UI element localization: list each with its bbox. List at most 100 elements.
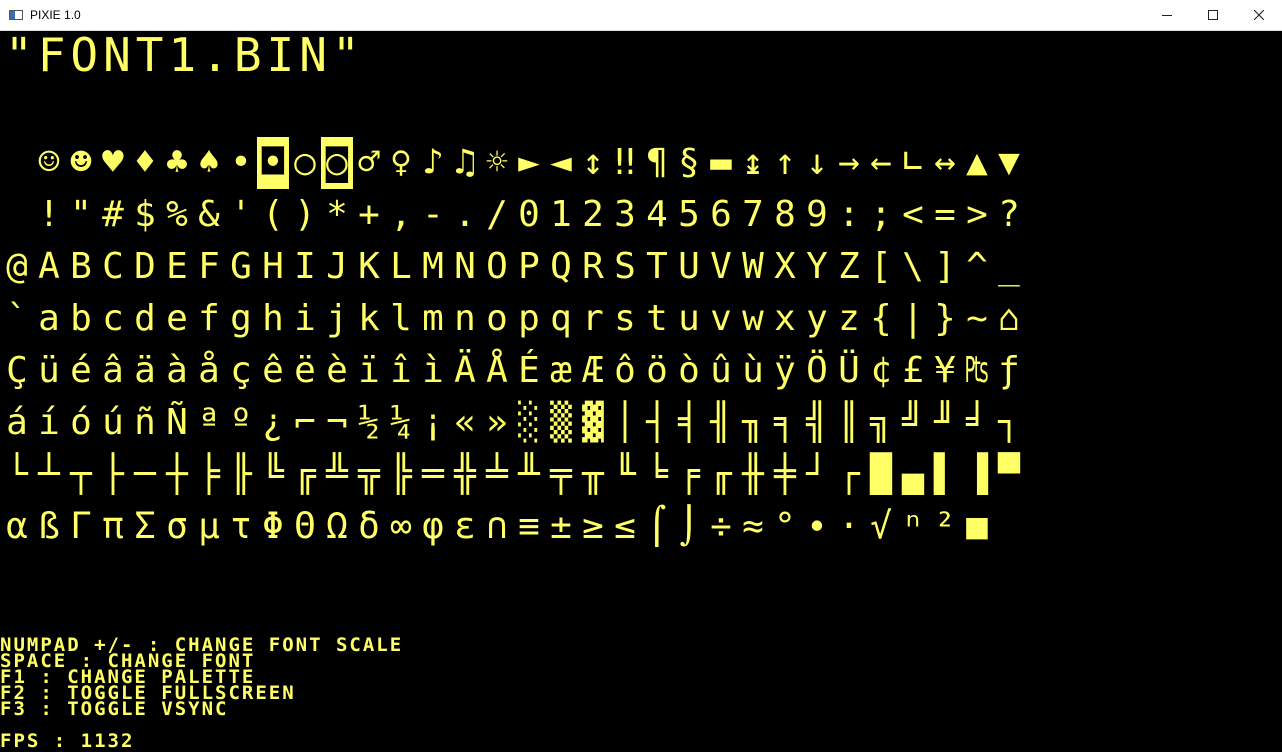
glyph: ╣ xyxy=(806,402,828,443)
glyph: ☻ xyxy=(70,142,92,183)
glyph: _ xyxy=(998,246,1020,287)
glyph: ∙ xyxy=(806,506,828,547)
help-text: NUMPAD +/- : CHANGE FONT SCALE SPACE : CH… xyxy=(0,636,403,719)
glyph: ¼ xyxy=(390,402,412,443)
glyph: ╫ xyxy=(742,454,764,495)
glyph: ◙ xyxy=(321,137,353,189)
glyph: s xyxy=(614,298,636,339)
glyph: ┤ xyxy=(646,402,668,443)
glyph: ≥ xyxy=(582,506,604,547)
glyph: ╝ xyxy=(902,402,924,443)
glyph xyxy=(1,137,33,189)
glyph: Ä xyxy=(454,350,476,391)
glyph-table: ☺ ☻ ♥ ♦ ♣ ♠ • ◘ ○ ◙ ♂ ♀ ♪ ♫ ☼ ► ◄ ↕ ‼ ¶ § ▬ ↨ ↑ ↓ → ← ∟ ↔ ▲ ▼ ! " # $% & '(… xyxy=(1,137,1025,553)
glyph: ε xyxy=(454,506,476,547)
glyph: ü xyxy=(38,350,60,391)
glyph: F xyxy=(198,246,220,287)
glyph: º xyxy=(230,402,252,443)
glyph: √ xyxy=(870,506,892,547)
glyph: æ xyxy=(550,350,572,391)
glyph: Ω xyxy=(326,506,348,547)
glyph: ß xyxy=(38,506,60,547)
glyph: ♠ xyxy=(198,142,220,183)
glyph: E xyxy=(166,246,188,287)
glyph: û xyxy=(710,350,732,391)
glyph: h xyxy=(262,298,284,339)
glyph: ╞ xyxy=(198,454,220,495)
glyph: [ xyxy=(870,246,892,287)
glyph: Ü xyxy=(838,350,860,391)
glyph: = xyxy=(934,194,956,235)
close-button[interactable] xyxy=(1236,0,1282,30)
glyph: 2 xyxy=(582,194,604,235)
glyph: £ xyxy=(902,350,924,391)
glyph: 8 xyxy=(774,194,796,235)
glyph: P xyxy=(518,246,540,287)
minimize-button[interactable] xyxy=(1144,0,1190,30)
glyph: < xyxy=(902,194,924,235)
glyph: ♫ xyxy=(454,142,476,183)
glyph: I xyxy=(294,246,316,287)
glyph: D xyxy=(134,246,156,287)
glyph: ê xyxy=(262,350,284,391)
glyph: ├ xyxy=(102,454,124,495)
glyph: a xyxy=(38,298,60,339)
glyph: ▀ xyxy=(998,454,1020,495)
glyph: ↑ xyxy=(774,142,796,183)
glyph: à xyxy=(166,350,188,391)
glyph: ÿ xyxy=(774,350,796,391)
glyph: ? xyxy=(998,194,1020,235)
glyph: 1 xyxy=(550,194,572,235)
glyph: â xyxy=(102,350,124,391)
glyph: z xyxy=(838,298,860,339)
glyph: j xyxy=(326,298,348,339)
glyph: Γ xyxy=(70,506,92,547)
glyph: Ñ xyxy=(166,402,188,443)
glyph: ┐ xyxy=(998,402,1020,443)
glyph: ╖ xyxy=(742,402,764,443)
glyph: ▲ xyxy=(966,142,988,183)
glyph: • xyxy=(230,142,252,183)
glyph: B xyxy=(70,246,92,287)
glyph: ä xyxy=(134,350,156,391)
glyph xyxy=(993,501,1025,553)
glyph: 0 xyxy=(518,194,540,235)
title-bar[interactable]: PIXIE 1.0 xyxy=(0,0,1282,31)
glyph: │ xyxy=(614,402,636,443)
glyph: ° xyxy=(774,506,796,547)
glyph: π xyxy=(102,506,124,547)
glyph: ┘ xyxy=(806,454,828,495)
glyph: ╒ xyxy=(678,454,700,495)
glyph: é xyxy=(70,350,92,391)
glyph: ╟ xyxy=(230,454,252,495)
glyph: ñ xyxy=(134,402,156,443)
glyph: Ö xyxy=(806,350,828,391)
glyph: * xyxy=(326,194,348,235)
app-window: PIXIE 1.0 "FONT1.BIN" ☺ ☻ ♥ ♦ ♣ ♠ • ◘ ○ ◙ ♂ ♀ ♪ ♫ ☼ ► ◄ ↕… xyxy=(0,0,1282,752)
glyph: $ xyxy=(134,194,156,235)
glyph: , xyxy=(390,194,412,235)
glyph-row: α ß Γπ Σσ µ τ Φ Θ Ωδ ∞ φ ε ∩ ≡ ± ≥ ≤ ⌠ ⌡ ÷ ≈ ° ∙ · √ ⁿ ² ■ xyxy=(1,501,1025,553)
glyph: ╦ xyxy=(358,454,380,495)
glyph: ] xyxy=(934,246,956,287)
glyph: 4 xyxy=(646,194,668,235)
render-canvas[interactable]: "FONT1.BIN" ☺ ☻ ♥ ♦ ♣ ♠ • ◘ ○ ◙ ♂ ♀ ♪ ♫ ☼ ► ◄ ↕ ‼ ¶ § ▬ ↨ ↑ ↓ → ← ∟… xyxy=(0,31,1282,752)
minimize-icon xyxy=(1162,15,1172,16)
glyph: ═ xyxy=(422,454,444,495)
glyph: # xyxy=(102,194,124,235)
glyph: ÷ xyxy=(710,506,732,547)
maximize-button[interactable] xyxy=(1190,0,1236,30)
glyph: ⁿ xyxy=(902,506,924,547)
glyph: ó xyxy=(70,402,92,443)
glyph: ◘ xyxy=(257,137,289,189)
glyph: e xyxy=(166,298,188,339)
font-name: "FONT1.BIN" xyxy=(5,31,365,82)
glyph: █ xyxy=(870,454,892,495)
window-title: PIXIE 1.0 xyxy=(30,8,81,22)
close-icon xyxy=(1254,10,1264,20)
glyph: O xyxy=(486,246,508,287)
glyph: ƒ xyxy=(998,350,1020,391)
glyph: è xyxy=(326,350,348,391)
glyph: | xyxy=(902,298,924,339)
glyph: î xyxy=(390,350,412,391)
